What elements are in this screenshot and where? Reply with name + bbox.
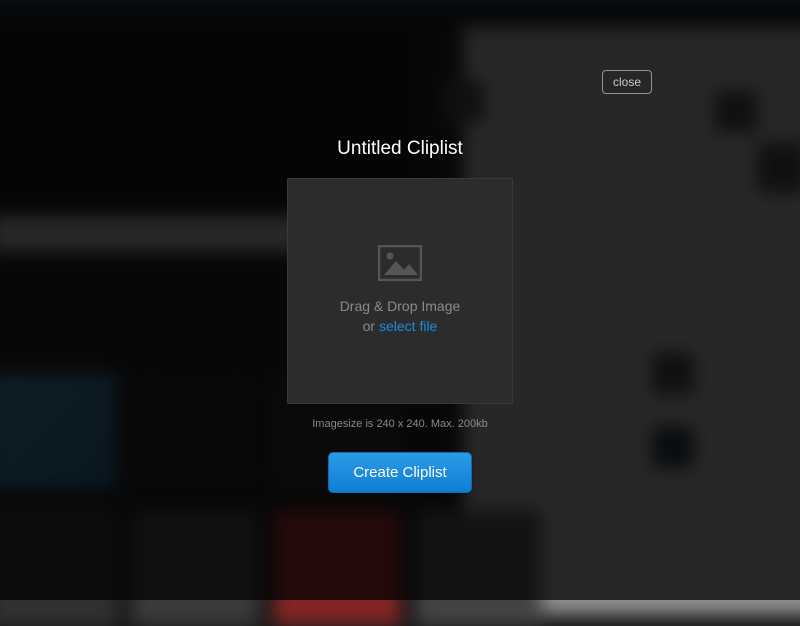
- close-button[interactable]: close: [602, 70, 652, 94]
- modal-title: Untitled Cliplist: [337, 138, 463, 160]
- image-placeholder-icon: [378, 245, 422, 281]
- create-cliplist-button[interactable]: Create Cliplist: [328, 452, 471, 493]
- dropzone-line1: Drag & Drop Image: [340, 298, 461, 314]
- create-cliplist-modal: close Untitled Cliplist Drag & Drop Imag…: [250, 88, 550, 493]
- image-dropzone[interactable]: Drag & Drop Image or select file: [287, 178, 513, 404]
- dropzone-or: or: [363, 318, 379, 334]
- dropzone-text: Drag & Drop Image or select file: [340, 297, 461, 336]
- select-file-link[interactable]: select file: [379, 318, 437, 334]
- image-size-hint: Imagesize is 240 x 240. Max. 200kb: [312, 418, 487, 430]
